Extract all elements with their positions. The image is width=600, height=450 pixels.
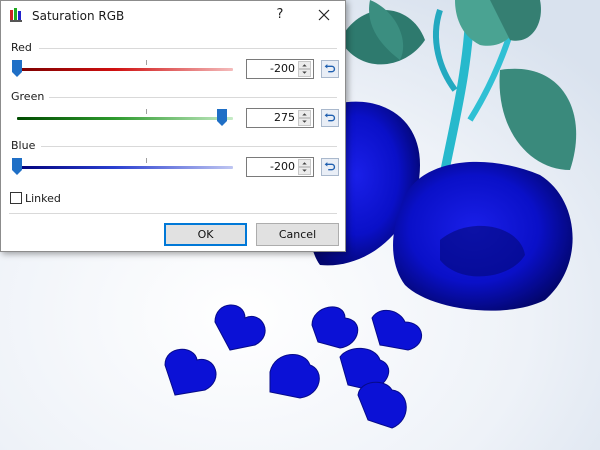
green-reset-icon[interactable] — [321, 109, 339, 127]
green-value: 275 — [274, 111, 295, 124]
close-icon[interactable] — [307, 3, 341, 27]
linked-checkbox[interactable] — [10, 192, 22, 204]
ok-button[interactable]: OK — [164, 223, 247, 246]
red-slider-track[interactable] — [17, 68, 233, 71]
green-spinner[interactable] — [298, 110, 312, 126]
spin-up-icon[interactable] — [298, 159, 311, 167]
spin-down-icon[interactable] — [298, 118, 311, 126]
red-center-tick — [146, 60, 147, 65]
linked-label: Linked — [25, 192, 61, 205]
blue-label: Blue — [11, 139, 36, 152]
blue-slider-track[interactable] — [17, 166, 233, 169]
red-value-input[interactable]: -200 — [246, 59, 314, 79]
green-value-input[interactable]: 275 — [246, 108, 314, 128]
dialog-title: Saturation RGB — [32, 9, 125, 23]
title-bar[interactable]: Saturation RGB ? — [1, 1, 345, 31]
red-label: Red — [11, 41, 32, 54]
spin-up-icon[interactable] — [298, 61, 311, 69]
blue-value-input[interactable]: -200 — [246, 157, 314, 177]
footer-divider — [9, 213, 337, 214]
blue-reset-icon[interactable] — [321, 158, 339, 176]
green-slider-track[interactable] — [17, 117, 233, 120]
spin-down-icon[interactable] — [298, 167, 311, 175]
green-slider-thumb[interactable] — [216, 109, 228, 127]
spin-up-icon[interactable] — [298, 110, 311, 118]
blue-divider — [41, 146, 337, 147]
blue-slider-thumb[interactable] — [11, 158, 23, 176]
green-center-tick — [146, 109, 147, 114]
blue-spinner[interactable] — [298, 159, 312, 175]
spin-down-icon[interactable] — [298, 69, 311, 77]
red-value: -200 — [270, 62, 295, 75]
help-button[interactable]: ? — [269, 3, 291, 27]
blue-value: -200 — [270, 160, 295, 173]
green-divider — [49, 97, 337, 98]
red-spinner[interactable] — [298, 61, 312, 77]
rgb-bars-icon — [10, 8, 22, 22]
red-reset-icon[interactable] — [321, 60, 339, 78]
blue-center-tick — [146, 158, 147, 163]
green-label: Green — [11, 90, 45, 103]
cancel-button[interactable]: Cancel — [256, 223, 339, 246]
saturation-rgb-dialog: Saturation RGB ? Red -200 Green 275 Blue… — [0, 0, 346, 252]
red-divider — [39, 48, 337, 49]
red-slider-thumb[interactable] — [11, 60, 23, 78]
